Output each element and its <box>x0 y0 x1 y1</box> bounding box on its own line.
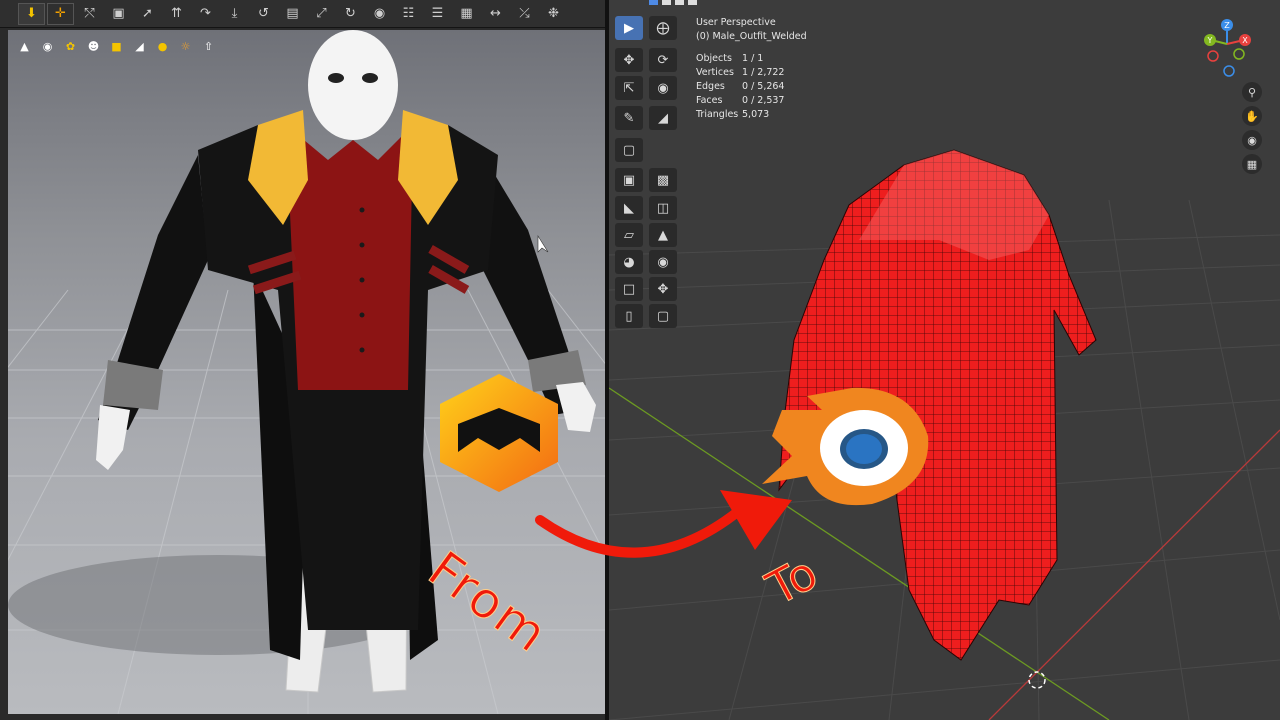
gizmo-z-label: Z <box>1224 21 1230 30</box>
pan-hand-icon[interactable]: ✋ <box>1242 106 1262 126</box>
loop-cut-icon[interactable]: ◫ <box>649 196 677 220</box>
annotate-icon[interactable]: ✎ <box>615 106 643 130</box>
edge-slide-icon[interactable]: □ <box>615 277 643 301</box>
transform-icon[interactable]: ▣ <box>105 3 132 25</box>
transform-icon[interactable]: ◉ <box>649 76 677 100</box>
gizmo-y-label: Y <box>1207 36 1213 45</box>
inset-icon[interactable]: ▩ <box>649 168 677 192</box>
avatar-eye-right <box>362 73 378 83</box>
stat-row: Triangles 5,073 <box>696 109 770 120</box>
fabric-icon[interactable]: ⤢ <box>308 3 335 25</box>
screen: ⬇ ✛ ⤲ ▣ ➚ ⇈ ↷ ⤓ ↺ ▤ ⤢ ↻ ◉ ☷ ☰ ▦ ↔ ⤰ ❉ ▲ … <box>0 0 1280 720</box>
blender-logo <box>762 387 929 506</box>
bevel-icon[interactable]: ◣ <box>615 196 643 220</box>
stat-row: Objects 1 / 1 <box>696 53 764 64</box>
hand-left <box>96 405 130 470</box>
avatar-eye-left <box>328 73 344 83</box>
texture-icon[interactable]: ↻ <box>337 3 364 25</box>
pattern-icon[interactable]: ■ <box>108 38 125 55</box>
scale-icon[interactable]: ⇱ <box>615 76 643 100</box>
blender-pane: ▶ ⨁ ✥ ⟳ ⇱ ◉ ✎ ◢ ▢ ▣ ▩ ◣ ◫ ▱ ▲ ◕ ◉ □ ✥ ▯ … <box>609 0 1280 720</box>
tack-icon[interactable]: ↷ <box>192 3 219 25</box>
garment-icon[interactable]: ◉ <box>39 38 56 55</box>
stat-row: Vertices 1 / 2,722 <box>696 67 785 78</box>
arrow-down-icon[interactable]: ⬇ <box>18 2 45 25</box>
rotate-icon[interactable]: ⟳ <box>649 48 677 72</box>
cursor-icon[interactable]: ⨁ <box>649 16 677 40</box>
lighting-icon[interactable]: ◢ <box>131 38 148 55</box>
gizmo-x-label: X <box>1242 36 1248 45</box>
md-main-toolbar: ⬇ ✛ ⤲ ▣ ➚ ⇈ ↷ ⤓ ↺ ▤ ⤢ ↻ ◉ ☷ ☰ ▦ ↔ ⤰ ❉ <box>0 0 607 28</box>
shear-icon[interactable]: ▯ <box>615 304 643 328</box>
smooth-icon[interactable]: ◉ <box>649 250 677 274</box>
view-name: User Perspective <box>696 17 776 28</box>
pin-icon[interactable]: ⤓ <box>221 3 248 25</box>
zoom-icon[interactable]: ⚲ <box>1242 82 1262 102</box>
knife-icon[interactable]: ▱ <box>615 223 643 247</box>
shrink-icon[interactable]: ✥ <box>649 277 677 301</box>
stat-row: Edges 0 / 5,264 <box>696 81 785 92</box>
export-icon[interactable]: ⇧ <box>200 38 217 55</box>
measure-icon[interactable]: ◢ <box>649 106 677 130</box>
button-icon[interactable]: ◉ <box>366 3 393 25</box>
measure-icon[interactable]: ▦ <box>453 3 480 25</box>
spin-icon[interactable]: ◕ <box>615 250 643 274</box>
rip-icon[interactable]: ▢ <box>649 304 677 328</box>
spread-icon[interactable]: ↔ <box>482 3 509 25</box>
extrude-icon[interactable]: ▣ <box>615 168 643 192</box>
object-name: (0) Male_Outfit_Welded <box>696 31 807 42</box>
free-sew-icon[interactable]: ▤ <box>279 3 306 25</box>
avatar-icon[interactable]: ❉ <box>540 3 567 25</box>
topstitch-icon[interactable]: ☰ <box>424 3 451 25</box>
avatar-display-icon[interactable]: ☻ <box>85 38 102 55</box>
line-icon[interactable]: ⤰ <box>511 3 538 25</box>
hand-right <box>556 382 596 432</box>
select-box-icon[interactable]: ▶ <box>615 16 643 40</box>
navigation-gizmo[interactable]: Z X Y <box>1199 18 1255 78</box>
avatar-head <box>308 30 398 140</box>
sew-icon[interactable]: ↺ <box>250 3 277 25</box>
md-sub-toolbar: ▲ ◉ ✿ ☻ ■ ◢ ● ☼ ⇧ <box>16 38 217 55</box>
mouse-cursor <box>537 234 549 253</box>
fold-icon[interactable]: ⇈ <box>163 3 190 25</box>
grid-view-icon[interactable]: ▦ <box>1242 154 1262 174</box>
texture-ball-icon[interactable]: ● <box>154 38 171 55</box>
select-mesh-icon[interactable]: ▲ <box>16 38 33 55</box>
zipper-icon[interactable]: ☷ <box>395 3 422 25</box>
sun-icon[interactable]: ☼ <box>177 38 194 55</box>
3d-cursor[interactable] <box>1028 671 1046 689</box>
move-icon[interactable]: ✛ <box>47 2 74 25</box>
segment-icon[interactable]: ➚ <box>134 3 161 25</box>
camera-icon[interactable]: ◉ <box>1242 130 1262 150</box>
move-icon[interactable]: ✥ <box>615 48 643 72</box>
edit-pattern-icon[interactable]: ⤲ <box>76 3 103 25</box>
add-cube-icon[interactable]: ▢ <box>615 138 643 162</box>
blender-header-strip <box>649 0 697 5</box>
viewport-stats: User Perspective (0) Male_Outfit_Welded … <box>696 16 807 122</box>
stat-row: Faces 0 / 2,537 <box>696 95 785 106</box>
poly-build-icon[interactable]: ▲ <box>649 223 677 247</box>
fabric-color-icon[interactable]: ✿ <box>62 38 79 55</box>
